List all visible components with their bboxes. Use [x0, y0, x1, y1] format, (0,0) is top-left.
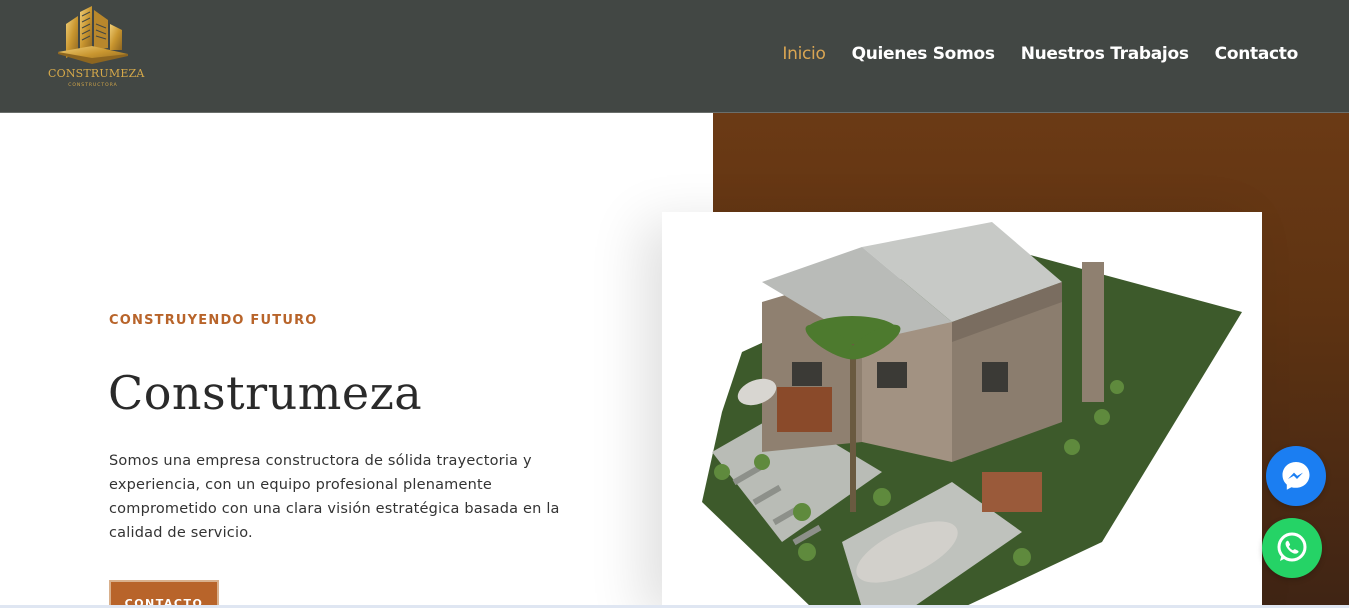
hero-kicker: CONSTRUYENDO FUTURO — [109, 313, 318, 328]
building-logo-icon — [58, 6, 128, 64]
nav-item-contacto[interactable]: Contacto — [1215, 44, 1299, 64]
nav-item-inicio[interactable]: Inicio — [782, 44, 825, 64]
messenger-button[interactable] — [1266, 446, 1326, 506]
whatsapp-button[interactable] — [1262, 518, 1322, 578]
site-logo[interactable]: CONSTRUMEZA CONSTRUCTORA — [48, 6, 145, 94]
hero-title: Construmeza — [108, 366, 423, 420]
whatsapp-icon — [1277, 532, 1307, 562]
house-render-image — [662, 212, 1262, 608]
logo-subtitle: CONSTRUCTORA — [68, 83, 118, 88]
nav-item-nuestros-trabajos[interactable]: Nuestros Trabajos — [1021, 44, 1189, 64]
main-nav: Inicio Quienes Somos Nuestros Trabajos C… — [756, 44, 1298, 64]
nav-item-quienes-somos[interactable]: Quienes Somos — [852, 44, 995, 64]
hero-description: Somos una empresa constructora de sólida… — [109, 453, 560, 541]
contacto-button[interactable]: CONTACTO — [109, 580, 219, 608]
site-header: CONSTRUMEZA CONSTRUCTORA Inicio Quienes … — [0, 0, 1349, 113]
messenger-icon — [1282, 462, 1310, 490]
logo-name: CONSTRUMEZA — [48, 67, 145, 80]
